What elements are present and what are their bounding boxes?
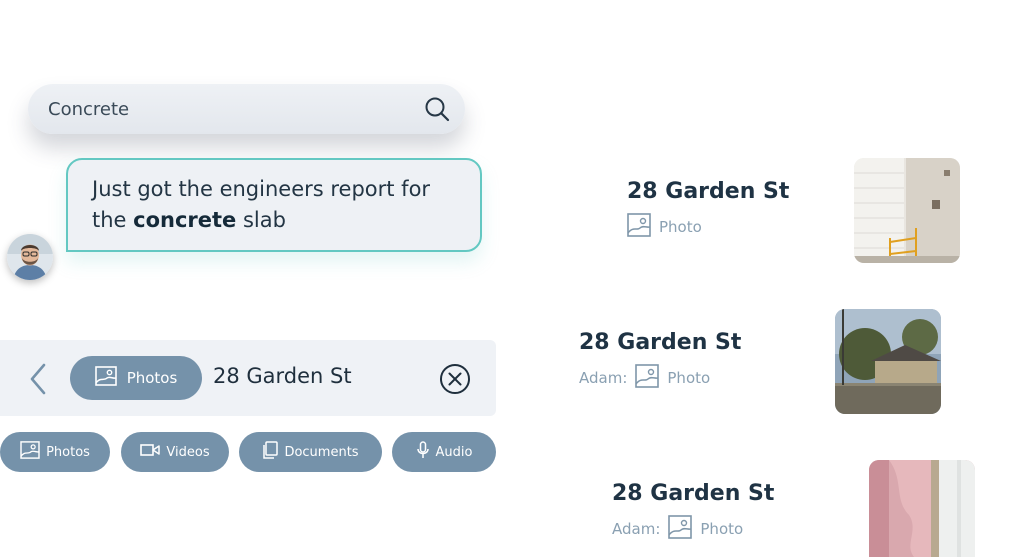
search-input[interactable]: Concrete — [48, 99, 423, 120]
image-icon — [94, 366, 117, 390]
video-icon — [140, 443, 161, 461]
image-icon — [20, 441, 40, 463]
result-title: 28 Garden St — [612, 481, 775, 506]
result-type: Photo — [667, 369, 711, 387]
image-icon — [627, 213, 651, 241]
avatar[interactable] — [7, 234, 53, 280]
filter-label: Photos — [46, 444, 90, 460]
result-item[interactable]: 28 Garden St Photo — [627, 179, 789, 241]
result-meta: Photo — [627, 213, 789, 241]
result-thumbnail[interactable] — [869, 460, 975, 557]
message-bubble: Just got the engineers report for the co… — [66, 158, 482, 252]
result-thumbnail[interactable] — [835, 309, 941, 414]
image-icon — [635, 364, 660, 392]
chip-label: Photos — [126, 369, 178, 387]
chevron-left-icon[interactable] — [26, 362, 50, 396]
close-circle-icon[interactable] — [439, 363, 471, 395]
result-meta: Adam: Photo — [612, 515, 774, 543]
image-icon — [668, 515, 693, 543]
result-thumbnail[interactable] — [854, 158, 960, 263]
search-icon[interactable] — [423, 95, 451, 123]
message-text-after: slab — [236, 208, 286, 232]
filter-label: Documents — [284, 444, 359, 460]
search-bar[interactable]: Concrete — [28, 84, 465, 134]
result-title: 28 Garden St — [627, 179, 790, 204]
result-type: Photo — [659, 218, 702, 236]
filter-photos-button[interactable]: Photos — [0, 432, 110, 472]
result-author: Adam: — [612, 520, 661, 538]
filter-label: Videos — [166, 444, 210, 460]
message-highlight: concrete — [133, 208, 237, 232]
document-icon — [262, 441, 279, 463]
filter-documents-button[interactable]: Documents — [239, 432, 382, 472]
photos-filter-chip[interactable]: Photos — [70, 356, 202, 400]
filter-videos-button[interactable]: Videos — [121, 432, 229, 472]
result-meta: Adam: Photo — [579, 364, 741, 392]
filter-audio-button[interactable]: Audio — [392, 432, 496, 472]
result-type: Photo — [700, 520, 744, 538]
result-author: Adam: — [579, 369, 628, 387]
result-item[interactable]: 28 Garden St Adam: Photo — [612, 481, 774, 543]
result-item[interactable]: 28 Garden St Adam: Photo — [579, 330, 741, 392]
search-query[interactable]: 28 Garden St — [213, 364, 352, 388]
filter-label: Audio — [435, 444, 473, 460]
microphone-icon — [416, 441, 430, 463]
result-title: 28 Garden St — [579, 330, 742, 355]
